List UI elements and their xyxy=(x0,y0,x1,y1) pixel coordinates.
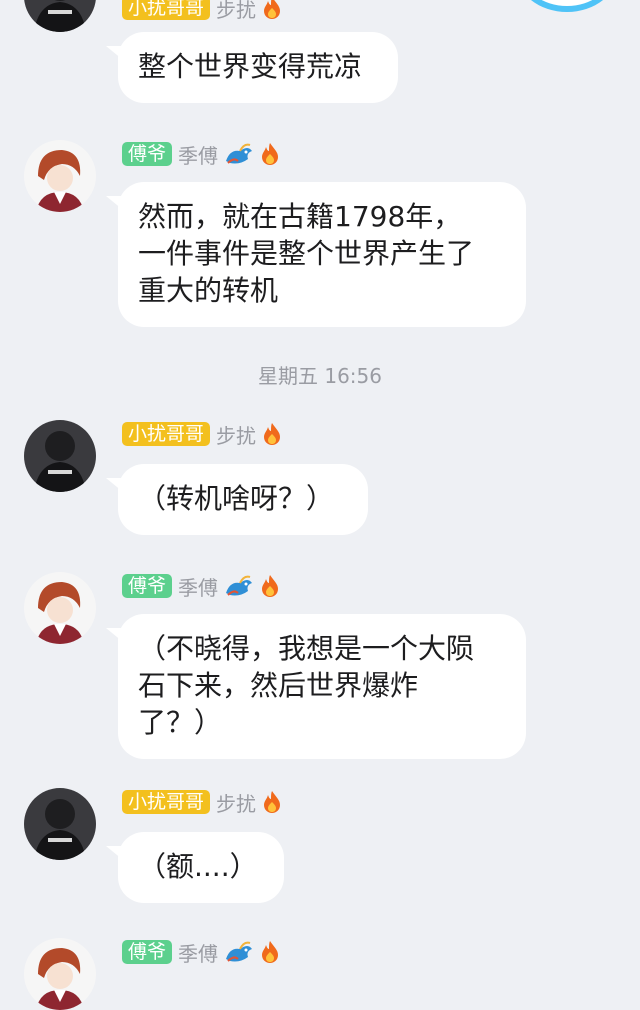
message-text: （不晓得，我想是一个大陨 xyxy=(138,632,475,665)
sender-meta: 傅爷 季傅 xyxy=(122,938,280,966)
title-tag: 小扰哥哥 xyxy=(122,790,211,814)
message-text: （转机啥呀？） xyxy=(138,482,335,515)
sender-meta: 傅爷 季傅 xyxy=(122,572,280,600)
message-bubble[interactable]: （不晓得，我想是一个大陨 石下来，然后世界爆炸 了？） xyxy=(118,614,526,759)
avatar-fuye[interactable] xyxy=(24,572,96,644)
flame-icon xyxy=(264,0,281,19)
dragon-icon xyxy=(226,143,253,164)
nickname: 步扰 xyxy=(216,423,257,448)
message-text: 重大的转机 xyxy=(138,274,279,307)
message-bubble[interactable]: 整个世界变得荒凉 xyxy=(118,32,398,103)
message-text: 石下来，然后世界爆炸 xyxy=(138,669,419,702)
flame-icon xyxy=(264,423,281,445)
nickname: 步扰 xyxy=(216,791,257,816)
avatar-xiaorao[interactable] xyxy=(24,788,96,860)
message-bubble[interactable]: （转机啥呀？） xyxy=(118,464,368,535)
dragon-icon xyxy=(226,575,253,596)
sender-meta: 傅爷 季傅 xyxy=(122,140,280,168)
flame-icon xyxy=(262,143,279,165)
nickname: 季傅 xyxy=(178,143,219,168)
flame-icon xyxy=(262,941,279,963)
sender-meta: 小扰哥哥 步扰 xyxy=(122,788,282,816)
message-bubble[interactable]: （额....） xyxy=(118,832,284,903)
avatar-fuye[interactable] xyxy=(24,140,96,212)
message-text: 整个世界变得荒凉 xyxy=(138,50,363,83)
title-tag: 小扰哥哥 xyxy=(122,0,211,20)
nickname: 季傅 xyxy=(178,575,219,600)
top-partial-circle xyxy=(522,0,612,6)
message-bubble[interactable]: 然而，就在古籍1798年， 一件事件是整个世界产生了 重大的转机 xyxy=(118,182,526,327)
message-text: 然而，就在古籍1798年， xyxy=(138,200,462,233)
flame-icon xyxy=(264,791,281,813)
title-tag: 傅爷 xyxy=(122,940,173,964)
avatar-xiaorao[interactable] xyxy=(24,420,96,492)
avatar-fuye[interactable] xyxy=(24,938,96,1010)
timestamp: 星期五 16:56 xyxy=(258,364,382,388)
nickname: 季傅 xyxy=(178,941,219,966)
message-text: 了？） xyxy=(138,706,223,739)
message-text: 一件事件是整个世界产生了 xyxy=(138,237,475,270)
title-tag: 小扰哥哥 xyxy=(122,422,211,446)
title-tag: 傅爷 xyxy=(122,142,173,166)
nickname: 步扰 xyxy=(216,0,257,22)
avatar-xiaorao[interactable] xyxy=(24,0,96,32)
sender-meta: 小扰哥哥 步扰 xyxy=(122,0,282,22)
flame-icon xyxy=(262,575,279,597)
message-text: （额....） xyxy=(138,850,258,883)
sender-meta: 小扰哥哥 步扰 xyxy=(122,420,282,448)
dragon-icon xyxy=(226,941,253,962)
title-tag: 傅爷 xyxy=(122,574,173,598)
